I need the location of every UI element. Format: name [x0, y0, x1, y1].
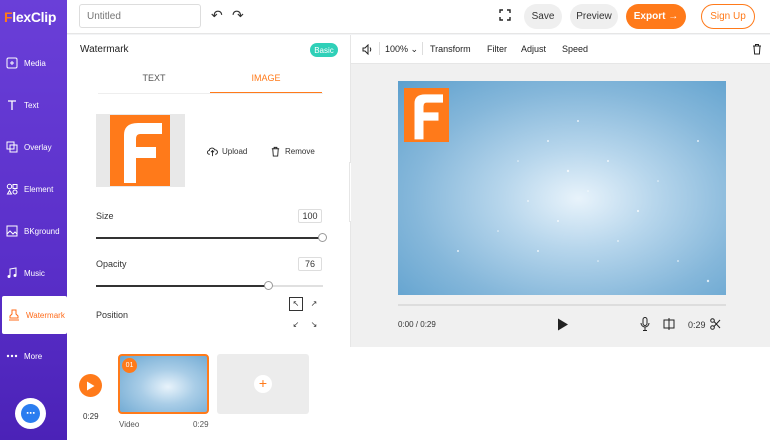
sidebar: FlexClip Media Text Overlay Element BKgr…: [0, 0, 67, 440]
adjust-button[interactable]: Adjust: [521, 44, 546, 54]
scissors-icon[interactable]: [710, 318, 721, 330]
timeline-play-button[interactable]: [79, 374, 102, 397]
microphone-icon[interactable]: [640, 317, 650, 331]
remove-button[interactable]: Remove: [270, 144, 315, 158]
tab-image[interactable]: IMAGE: [210, 73, 322, 93]
play-icon[interactable]: [557, 318, 569, 331]
opacity-label: Opacity: [96, 259, 127, 269]
redo-icon[interactable]: ↷: [232, 8, 246, 22]
preview-stage: 0:00 / 0:29 0:29: [351, 64, 770, 347]
undo-icon[interactable]: ↶: [211, 8, 225, 22]
delete-icon[interactable]: [752, 43, 762, 55]
play-icon: [87, 381, 95, 390]
chat-support-button[interactable]: ⋯: [15, 398, 46, 429]
tab-text[interactable]: TEXT: [98, 73, 210, 93]
watermark-logo-thumbnail: [110, 115, 170, 186]
timeline-clip[interactable]: 01: [118, 354, 209, 414]
media-icon: [6, 57, 18, 69]
sidebar-item-element[interactable]: Element: [0, 170, 67, 208]
watermark-overlay[interactable]: [404, 88, 449, 142]
size-value-input[interactable]: 100: [298, 209, 322, 223]
opacity-slider-fill: [96, 285, 269, 287]
split-clip-icon[interactable]: [663, 318, 675, 330]
clip-label: Video: [119, 420, 140, 429]
toolbar-divider: [422, 42, 423, 55]
sign-up-button[interactable]: Sign Up: [701, 4, 755, 29]
overlay-icon: [6, 141, 18, 153]
speed-button[interactable]: Speed: [562, 44, 588, 54]
zoom-dropdown[interactable]: 100% ⌄: [385, 44, 418, 55]
flexclip-f-logo-icon: [414, 94, 443, 140]
toolbar-divider: [379, 42, 380, 55]
watermark-panel: Watermark Basic TEXT IMAGE Upload Remove…: [67, 35, 351, 347]
flexclip-logo[interactable]: FlexClip: [4, 9, 66, 29]
timeline-total-time: 0:29: [83, 412, 99, 421]
position-label: Position: [96, 310, 129, 320]
preview-button[interactable]: Preview: [570, 4, 618, 29]
clip-length: 0:29: [193, 420, 209, 429]
sidebar-item-music[interactable]: Music: [0, 254, 67, 292]
project-title-input[interactable]: [79, 4, 201, 28]
clip-duration: 0:29: [688, 320, 706, 330]
size-slider-handle[interactable]: [318, 233, 327, 242]
opacity-slider-handle[interactable]: [264, 281, 273, 290]
sidebar-item-more[interactable]: More: [0, 337, 67, 375]
chat-icon: ⋯: [21, 404, 40, 423]
fullscreen-icon[interactable]: [499, 9, 511, 21]
size-label: Size: [96, 211, 114, 221]
transform-button[interactable]: Transform: [430, 44, 471, 54]
chevron-down-icon: ⌄: [408, 44, 419, 54]
playback-time: 0:00 / 0:29: [398, 320, 436, 329]
video-canvas[interactable]: [398, 81, 726, 295]
trash-icon: [271, 146, 280, 157]
clip-number-badge: 01: [122, 358, 137, 373]
add-scene-button[interactable]: +: [217, 354, 309, 414]
save-button[interactable]: Save: [524, 4, 562, 29]
panel-title: Watermark: [80, 44, 129, 55]
watermark-icon: [9, 309, 19, 321]
music-icon: [7, 267, 17, 278]
flexclip-f-logo-icon: [124, 123, 162, 183]
text-icon: [8, 100, 16, 110]
position-selector: ↖ ↗ ↙ ↘: [289, 297, 321, 334]
background-icon: [6, 225, 18, 237]
sidebar-item-text[interactable]: Text: [0, 86, 67, 124]
tab-divider: [98, 93, 323, 94]
position-bottom-right-button[interactable]: ↘: [307, 318, 321, 332]
volume-icon[interactable]: [362, 44, 374, 55]
more-icon: [6, 354, 18, 358]
opacity-slider[interactable]: [96, 281, 323, 290]
size-slider-fill: [96, 237, 323, 239]
upload-cloud-icon: [207, 147, 218, 156]
position-top-left-button[interactable]: ↖: [289, 297, 303, 311]
timeline: 0:29 01 Video 0:29 +: [67, 347, 770, 440]
export-button[interactable]: Export →: [626, 4, 686, 29]
editor-toolbar: 100% ⌄ Transform Filter Adjust Speed: [351, 35, 770, 64]
filter-button[interactable]: Filter: [487, 44, 507, 54]
plus-icon: +: [254, 375, 272, 393]
size-slider[interactable]: [96, 233, 327, 242]
watermark-image-preview: [96, 114, 185, 187]
playback-progress-bar[interactable]: [398, 304, 726, 306]
position-top-right-button[interactable]: ↗: [307, 297, 321, 311]
top-bar: ↶ ↷ Save Preview Export → Sign Up: [67, 0, 770, 34]
sidebar-item-bkground[interactable]: BKground: [0, 212, 67, 250]
sidebar-item-overlay[interactable]: Overlay: [0, 128, 67, 166]
basic-badge: Basic: [310, 43, 338, 57]
element-icon: [6, 183, 18, 195]
sidebar-item-watermark[interactable]: Watermark: [2, 296, 67, 334]
upload-button[interactable]: Upload: [207, 144, 247, 158]
opacity-value-input[interactable]: 76: [298, 257, 322, 271]
position-bottom-left-button[interactable]: ↙: [289, 318, 303, 332]
sidebar-item-media[interactable]: Media: [0, 44, 67, 82]
